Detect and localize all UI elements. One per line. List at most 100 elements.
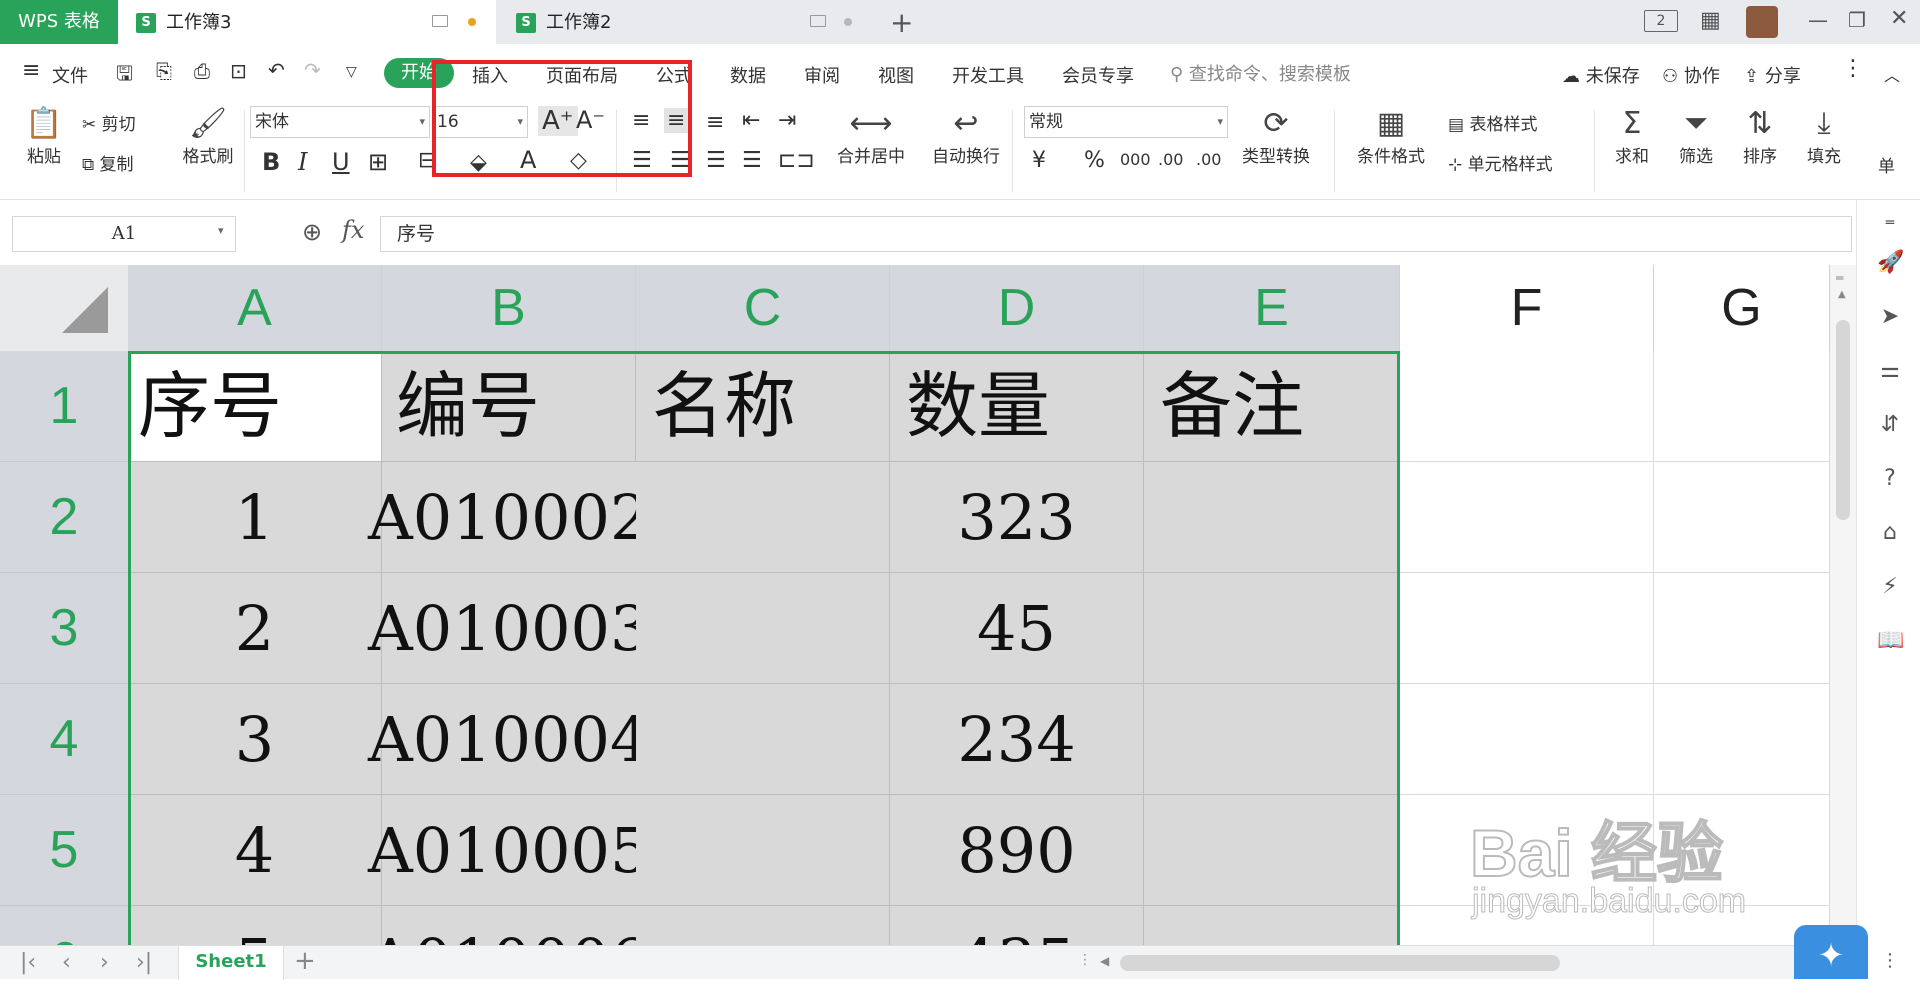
vertical-scroll-thumb[interactable] (1836, 320, 1850, 520)
sheet-tab-sheet1[interactable]: Sheet1 (178, 946, 284, 980)
cell-f2[interactable] (1400, 462, 1654, 573)
cell-a5[interactable]: 4 (128, 795, 382, 906)
avatar[interactable] (1746, 6, 1778, 38)
percent-button[interactable]: % (1084, 148, 1105, 173)
undo-icon[interactable]: ↶ (268, 58, 285, 82)
cell-b1[interactable]: 编号 (382, 351, 636, 462)
redo-icon[interactable]: ↷ (304, 58, 321, 82)
cell-d5[interactable]: 890 (890, 795, 1144, 906)
print-icon[interactable]: ⎙ (194, 59, 210, 83)
monitor-icon[interactable] (432, 15, 448, 27)
bold-icon[interactable]: B (262, 148, 280, 176)
column-header-f[interactable]: F (1400, 265, 1654, 351)
store-icon[interactable]: ⌂ (1877, 520, 1903, 546)
transform-icon[interactable]: ⇵ (1877, 412, 1903, 438)
filter-button[interactable]: ⏷ 筛选 (1668, 106, 1724, 167)
split-handle-icon[interactable]: ═ (1836, 271, 1843, 285)
column-header-e[interactable]: E (1144, 265, 1400, 351)
cell-b6[interactable]: A010006 (368, 906, 649, 945)
cell-e5[interactable] (1144, 795, 1400, 906)
row-header-4[interactable]: 4 (0, 684, 128, 795)
cell-e6[interactable] (1144, 906, 1400, 945)
tab-developer[interactable]: 开发工具 (952, 62, 1024, 88)
window-layout-icon[interactable]: 2 (1644, 10, 1678, 32)
horizontal-scroll-thumb[interactable] (1120, 955, 1560, 971)
decrease-decimal-button[interactable]: .00 (1196, 150, 1221, 169)
increase-indent-icon[interactable]: ⇥ (778, 108, 796, 133)
unsaved-status[interactable]: ☁ 未保存 (1562, 62, 1640, 88)
justify-icon[interactable]: ☰ (742, 148, 762, 173)
align-right-icon[interactable]: ☰ (706, 148, 726, 173)
cell-f3[interactable] (1400, 573, 1654, 684)
new-tab-icon[interactable]: + (890, 6, 913, 39)
cell-d1[interactable]: 数量 (890, 351, 1144, 462)
restore-icon[interactable]: ❐ (1848, 8, 1866, 32)
last-sheet-icon[interactable]: ›| (136, 950, 152, 975)
column-header-b[interactable]: B (382, 265, 636, 351)
more-dropdown-icon[interactable]: ▽ (346, 64, 357, 80)
book-icon[interactable]: 📖 (1877, 628, 1904, 654)
cell-d6[interactable]: 435 (890, 906, 1144, 945)
row-header-1[interactable]: 1 (0, 351, 128, 462)
column-header-c[interactable]: C (636, 265, 890, 351)
row-header-2[interactable]: 2 (0, 462, 128, 573)
tab-member[interactable]: 会员专享 (1062, 62, 1134, 88)
minimize-icon[interactable]: — (1808, 8, 1828, 32)
cell-style-button[interactable]: ⊹ 单元格样式 (1448, 150, 1553, 175)
monitor-icon[interactable] (810, 15, 826, 27)
cell-c1[interactable]: 名称 (636, 351, 890, 462)
paste-button[interactable]: 📋 粘贴 (16, 106, 72, 167)
menu-file[interactable]: 文件 (52, 62, 88, 88)
cell-e4[interactable] (1144, 684, 1400, 795)
merge-center-button[interactable]: ⟷ 合并居中 (826, 106, 916, 167)
conditional-format-button[interactable]: ▦ 条件格式 (1346, 106, 1436, 167)
cell-g3[interactable] (1654, 573, 1830, 684)
name-box[interactable]: A1 (12, 216, 236, 252)
next-sheet-icon[interactable]: › (100, 950, 109, 975)
cell-b5[interactable]: A010005 (368, 795, 649, 906)
type-convert-button[interactable]: ⟳ 类型转换 (1232, 106, 1320, 167)
cell-a3[interactable]: 2 (128, 573, 382, 684)
cell-c3[interactable] (636, 573, 890, 684)
save-icon[interactable]: 🖫 (116, 59, 133, 93)
close-dot-icon[interactable] (844, 18, 852, 26)
cell-d3[interactable]: 45 (890, 573, 1144, 684)
format-painter-button[interactable]: 🖌 格式刷 (176, 106, 240, 167)
tab-workbook2[interactable]: S 工作簿2 (498, 0, 870, 44)
unsaved-dot-icon[interactable] (468, 18, 476, 26)
cell-e2[interactable] (1144, 462, 1400, 573)
print-preview-icon[interactable]: ⊡ (230, 59, 247, 83)
cell-a4[interactable]: 3 (128, 684, 382, 795)
help-icon[interactable]: ? (1877, 466, 1903, 492)
number-format-select[interactable]: 常规 ▾ (1024, 106, 1228, 138)
row-header-6[interactable]: 6 (0, 906, 128, 945)
prev-sheet-icon[interactable]: ‹ (62, 950, 71, 975)
cell-b2[interactable]: A010002 (368, 462, 649, 573)
row-header-5[interactable]: 5 (0, 795, 128, 906)
distributed-icon[interactable]: ⊏⊐ (778, 148, 815, 173)
cell-a6[interactable]: 5 (128, 906, 382, 945)
cell-c5[interactable] (636, 795, 890, 906)
more-icon[interactable]: ⋮ (1842, 56, 1864, 81)
lightning-icon[interactable]: ⚡ (1877, 574, 1903, 600)
collab-button[interactable]: ⚇ 协作 (1662, 62, 1720, 88)
chevron-down-icon[interactable]: ▾ (218, 224, 224, 237)
hamburger-icon[interactable]: ≡ (22, 58, 40, 83)
more-options-icon[interactable]: ⋮ (1877, 948, 1903, 974)
cell-f1[interactable] (1400, 351, 1654, 462)
scroll-up-icon[interactable]: ▲ (1838, 289, 1846, 300)
underline-icon[interactable]: U (332, 148, 350, 176)
cursor-select-icon[interactable]: ➤ (1877, 304, 1903, 330)
rocket-icon[interactable]: 🚀 (1877, 250, 1904, 276)
cell-a1[interactable]: 序号 (128, 351, 382, 462)
increase-decimal-button[interactable]: .00 (1158, 150, 1183, 169)
decrease-indent-icon[interactable]: ⇤ (742, 108, 760, 133)
export-pdf-icon[interactable]: ⎘ (156, 59, 172, 83)
fill-button[interactable]: ⤓ 填充 (1796, 106, 1852, 167)
cell-a2[interactable]: 1 (128, 462, 382, 573)
cell-e3[interactable] (1144, 573, 1400, 684)
panel-handle-icon[interactable]: ═ (1877, 210, 1903, 236)
cell-b3[interactable]: A010003 (368, 573, 649, 684)
cell-d4[interactable]: 234 (890, 684, 1144, 795)
single-button[interactable]: 单 (1878, 152, 1895, 177)
